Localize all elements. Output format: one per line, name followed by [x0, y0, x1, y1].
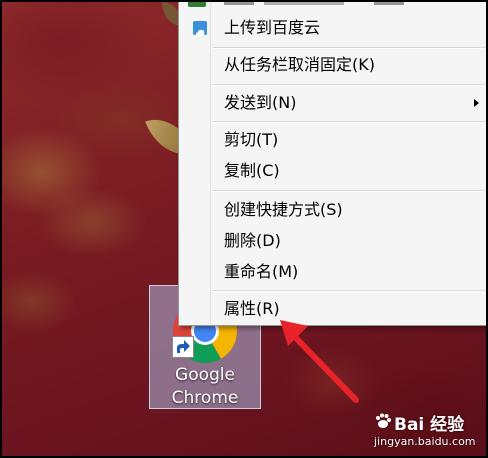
menu-item-label: 创建快捷方式(S)	[224, 200, 343, 219]
menu-item-label: 复制(C)	[224, 161, 280, 180]
menu-item-label: 发送到(N)	[224, 93, 297, 112]
menu-separator	[213, 190, 486, 192]
annotation-arrow-icon	[280, 320, 359, 403]
menu-item-rename[interactable]: 重命名(M)	[179, 258, 486, 286]
menu-item-copy[interactable]: 复制(C)	[179, 157, 486, 185]
baidu-jingyan-watermark: Bai 经验 jingyan.baidu.com	[374, 410, 486, 456]
menu-separator	[213, 121, 486, 123]
menu-item-label: 从任务栏取消固定(K)	[224, 55, 375, 74]
menu-item-partial-icon	[188, 2, 206, 7]
baidu-cloud-icon	[193, 21, 207, 36]
menu-separator	[213, 290, 486, 292]
menu-item-upload-baidu[interactable]: 上传到百度云	[179, 14, 486, 42]
menu-item-label: 删除(D)	[224, 231, 281, 250]
menu-item-delete[interactable]: 删除(D)	[179, 227, 486, 255]
menu-item-send-to[interactable]: 发送到(N)	[179, 89, 486, 117]
watermark-url: jingyan.baidu.com	[374, 435, 476, 448]
desktop[interactable]: Google Chrome 上传到百度云 从任务栏取消固定(K) 发送到(N) …	[2, 2, 486, 456]
baidu-paw-icon	[376, 413, 391, 428]
desktop-icon-label-line1: Google	[175, 365, 235, 385]
menu-item-unpin-taskbar[interactable]: 从任务栏取消固定(K)	[179, 51, 486, 79]
menu-item-label: 重命名(M)	[224, 262, 299, 281]
menu-item-label: 上传到百度云	[224, 18, 321, 37]
context-menu: 上传到百度云 从任务栏取消固定(K) 发送到(N) 剪切(T) 复制(C) 创建…	[178, 2, 486, 326]
desktop-icon-label: Google Chrome	[150, 364, 260, 410]
shortcut-arrow-icon	[172, 336, 194, 358]
watermark-brand: Bai 经验	[394, 415, 465, 435]
menu-item-create-shortcut[interactable]: 创建快捷方式(S)	[179, 196, 486, 224]
menu-separator	[213, 47, 486, 49]
menu-item-partial-text	[224, 2, 404, 5]
menu-item-cut[interactable]: 剪切(T)	[179, 126, 486, 154]
submenu-arrow-icon	[474, 99, 479, 107]
menu-separator	[213, 84, 486, 86]
menu-item-label: 剪切(T)	[224, 130, 279, 149]
desktop-icon-label-line2: Chrome	[171, 388, 239, 408]
